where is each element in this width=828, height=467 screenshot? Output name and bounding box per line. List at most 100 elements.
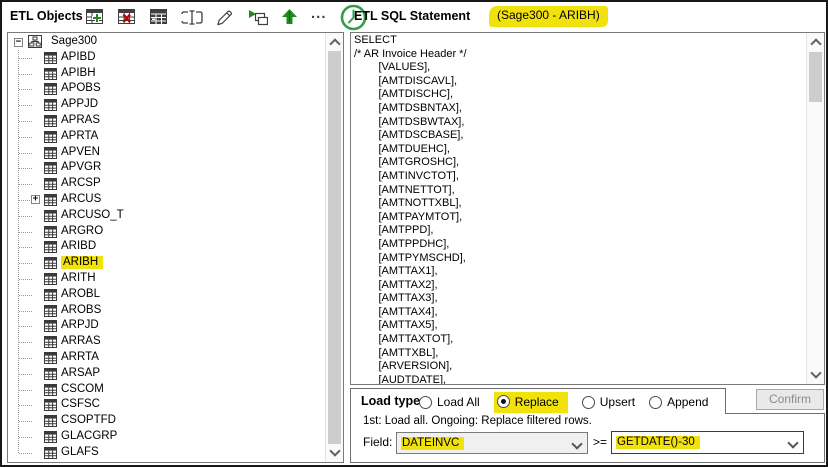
tree-item-label: ARIBH: [61, 256, 103, 269]
collapse-icon[interactable]: −: [14, 38, 23, 47]
tree-item-arpjd[interactable]: ARPJD: [8, 318, 326, 334]
tree-scrollbar-thumb[interactable]: [328, 51, 341, 444]
radio-upsert[interactable]: Upsert: [582, 395, 635, 409]
tree-item-arrta[interactable]: ARRTA: [8, 350, 326, 366]
tree-item-apibd[interactable]: APIBD: [8, 50, 326, 66]
table-icon: [44, 226, 57, 238]
data-grid-icon[interactable]: [150, 9, 168, 25]
table-icon: [44, 352, 57, 364]
scroll-down-icon[interactable]: [329, 445, 340, 456]
tree-item-argro[interactable]: ARGRO: [8, 224, 326, 240]
field-select[interactable]: DATEINVC: [396, 432, 588, 454]
tree-item-glafs[interactable]: GLAFS: [8, 445, 326, 461]
delete-table-icon[interactable]: [118, 9, 137, 25]
tree-guide: [19, 453, 32, 454]
tree-item-apras[interactable]: APRAS: [8, 113, 326, 129]
radio-button-icon[interactable]: [419, 396, 432, 409]
load-type-panel: Confirm Load type: Load AllReplaceUpsert…: [350, 388, 825, 463]
radio-replace[interactable]: Replace: [494, 392, 568, 413]
table-icon: [44, 115, 57, 127]
table-icon: [44, 99, 57, 111]
add-table-icon[interactable]: [86, 9, 105, 25]
tree-item-label: ARRAS: [61, 335, 101, 347]
tree-item-arobl[interactable]: AROBL: [8, 287, 326, 303]
tree-item-apobs[interactable]: APOBS: [8, 81, 326, 97]
run-etl-icon[interactable]: [247, 9, 268, 26]
tree-guide: [19, 168, 32, 169]
tree-scrollbar[interactable]: [325, 33, 343, 462]
tree-guide: [19, 58, 32, 59]
tree-item-label: GLAFS: [61, 446, 99, 458]
tree-item-label: ARITH: [61, 272, 96, 284]
tree-item-cscom[interactable]: CSCOM: [8, 382, 326, 398]
tree-guide: [19, 374, 32, 375]
tree-item-apven[interactable]: APVEN: [8, 145, 326, 161]
scroll-up-icon[interactable]: [810, 38, 821, 49]
upload-icon[interactable]: [281, 9, 298, 25]
radio-label: Load All: [437, 395, 480, 409]
tree-guide: [19, 105, 32, 106]
tree-guide: [19, 358, 32, 359]
context-badge: (Sage300 - ARIBH): [489, 6, 608, 27]
table-icon: [44, 289, 57, 301]
tree-item-label: CSFSC: [61, 398, 100, 410]
confirm-notch: Confirm: [725, 388, 825, 414]
tree-root-sage300[interactable]: − Sage300: [8, 34, 326, 50]
tree-item-glacgrp[interactable]: GLACGRP: [8, 429, 326, 445]
table-icon: [44, 384, 57, 396]
tree-item-arcus[interactable]: +ARCUS: [8, 192, 326, 208]
radio-button-icon[interactable]: [497, 395, 510, 408]
filter-value-select[interactable]: GETDATE()-30: [611, 431, 804, 454]
tree-item-apibh[interactable]: APIBH: [8, 66, 326, 82]
radio-button-icon[interactable]: [649, 396, 662, 409]
confirm-button[interactable]: Confirm: [756, 389, 824, 410]
table-icon: [44, 257, 57, 269]
sql-scrollbar[interactable]: [806, 33, 824, 384]
tree-item-arobs[interactable]: AROBS: [8, 303, 326, 319]
tree-item-label: AROBL: [61, 288, 100, 300]
chevron-down-icon[interactable]: [571, 438, 582, 449]
tree-item-label: APRTA: [61, 130, 98, 142]
tree-item-csoptfd[interactable]: CSOPTFD: [8, 413, 326, 429]
tree-item-csfsc[interactable]: CSFSC: [8, 397, 326, 413]
edit-pencil-icon[interactable]: [216, 9, 234, 26]
tree-item-aribd[interactable]: ARIBD: [8, 239, 326, 255]
scroll-down-icon[interactable]: [810, 367, 821, 378]
tree-guide: [19, 247, 32, 248]
radio-load-all[interactable]: Load All: [419, 395, 480, 409]
tree-item-label: APOBS: [61, 82, 101, 94]
rename-icon[interactable]: [181, 10, 203, 25]
filter-value-select-value: GETDATE()-30: [616, 436, 700, 449]
tree-root-label: Sage300: [51, 35, 97, 47]
sql-editor[interactable]: SELECT /* AR Invoice Header */ [VALUES],…: [354, 34, 806, 384]
tree-item-arcuso-t[interactable]: ARCUSO_T: [8, 208, 326, 224]
tree-item-label: ARRTA: [61, 351, 99, 363]
tree-item-arsap[interactable]: ARSAP: [8, 366, 326, 382]
tree-item-label: APIBH: [61, 67, 96, 79]
tree-item-label: ARGRO: [61, 225, 103, 237]
table-icon: [44, 368, 57, 380]
radio-append[interactable]: Append: [649, 395, 708, 409]
tree-guide: [19, 342, 32, 343]
tree-item-label: ARIBD: [61, 240, 96, 252]
tree-item-label: ARSAP: [61, 367, 100, 379]
expand-icon[interactable]: +: [31, 195, 40, 204]
table-icon: [44, 336, 57, 348]
chevron-down-icon[interactable]: [787, 437, 798, 448]
etl-objects-panel: − Sage300 APIBDAPIBH APOBS APPJDAPRASAPRTA…: [7, 32, 344, 463]
tree-item-arcsp[interactable]: ARCSP: [8, 176, 326, 192]
tree-item-label: AROBS: [61, 304, 101, 316]
more-options-icon[interactable]: ...: [311, 9, 327, 25]
tree-item-arras[interactable]: ARRAS: [8, 334, 326, 350]
tree-item-aribh[interactable]: ARIBH: [8, 255, 326, 271]
radio-button-icon[interactable]: [582, 396, 595, 409]
etl-tree: − Sage300 APIBDAPIBH APOBS APPJDAPRASAPRTA…: [8, 33, 326, 462]
tree-item-aprta[interactable]: APRTA: [8, 129, 326, 145]
tree-item-apvgr[interactable]: APVGR: [8, 160, 326, 176]
table-icon: [44, 320, 57, 332]
sql-scrollbar-thumb[interactable]: [809, 52, 822, 102]
tree-guide: [19, 232, 32, 233]
tree-item-arith[interactable]: ARITH: [8, 271, 326, 287]
scroll-up-icon[interactable]: [329, 38, 340, 49]
tree-item-appjd[interactable]: APPJD: [8, 97, 326, 113]
